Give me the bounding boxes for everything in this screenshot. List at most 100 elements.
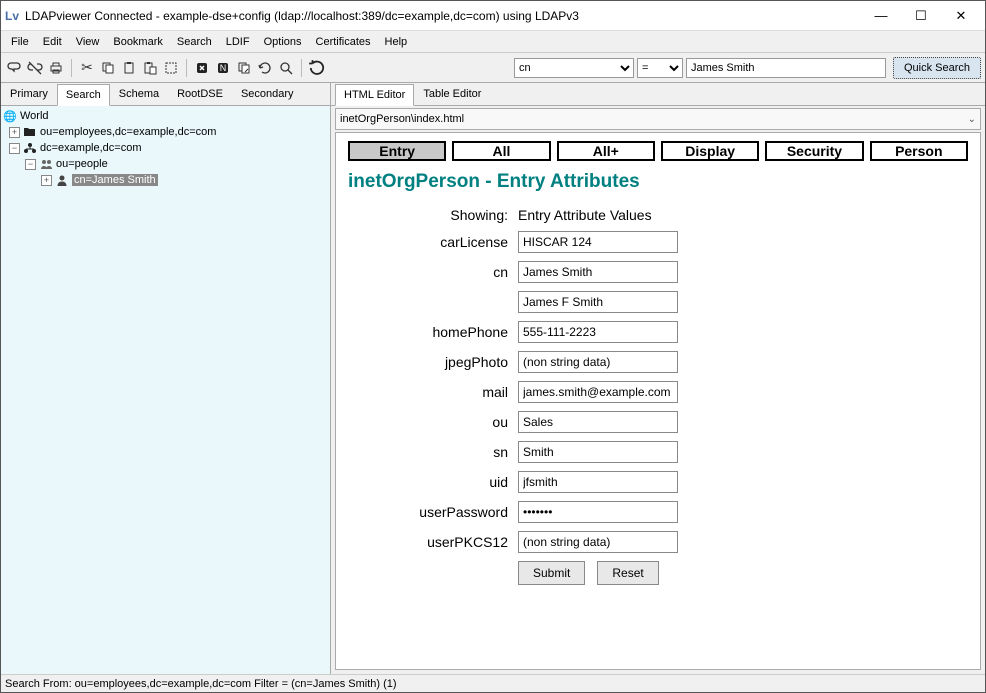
cut-icon[interactable]: ✂: [78, 59, 96, 77]
input-carlicense[interactable]: [518, 231, 678, 253]
tree-node-people[interactable]: − ou=people: [3, 156, 328, 172]
input-userpkcs12[interactable]: [518, 531, 678, 553]
label-cn: cn: [348, 264, 518, 280]
folder-icon: [23, 125, 37, 139]
copy-dn-icon[interactable]: [235, 59, 253, 77]
minimize-button[interactable]: —: [861, 2, 901, 30]
chevron-down-icon: ⌄: [968, 114, 976, 125]
person-button[interactable]: Person: [870, 141, 968, 161]
security-button[interactable]: Security: [765, 141, 863, 161]
menu-search[interactable]: Search: [171, 34, 218, 50]
app-window: Lv LDAPviewer Connected - example-dse+co…: [0, 0, 986, 693]
input-uid[interactable]: [518, 471, 678, 493]
search-value-input[interactable]: [686, 58, 886, 78]
label-sn: sn: [348, 444, 518, 460]
titlebar: Lv LDAPviewer Connected - example-dse+co…: [1, 1, 985, 31]
all-plus-button[interactable]: All+: [557, 141, 655, 161]
input-ou[interactable]: [518, 411, 678, 433]
tree-node-employees[interactable]: + ou=employees,dc=example,dc=com: [3, 124, 328, 140]
input-homephone[interactable]: [518, 321, 678, 343]
input-userpassword[interactable]: [518, 501, 678, 523]
left-tabs: Primary Search Schema RootDSE Secondary: [1, 83, 330, 106]
entry-button[interactable]: Entry: [348, 141, 446, 161]
expand-icon[interactable]: +: [41, 175, 52, 186]
close-button[interactable]: ✕: [941, 2, 981, 30]
reload-icon[interactable]: [308, 59, 326, 77]
input-cn-2[interactable]: [518, 291, 678, 313]
toolbar-sep: [186, 59, 187, 77]
statusbar: Search From: ou=employees,dc=example,dc=…: [1, 674, 985, 692]
paste-icon[interactable]: [120, 59, 138, 77]
connect-icon[interactable]: [5, 59, 23, 77]
quick-search-button[interactable]: Quick Search: [893, 57, 981, 79]
menu-certificates[interactable]: Certificates: [310, 34, 377, 50]
display-button[interactable]: Display: [661, 141, 759, 161]
tab-html-editor[interactable]: HTML Editor: [335, 84, 414, 106]
tab-primary[interactable]: Primary: [1, 83, 57, 105]
reset-button[interactable]: Reset: [597, 561, 658, 585]
org-icon: [23, 141, 37, 155]
tree-node-world[interactable]: 🌐 World: [3, 108, 328, 124]
input-jpegphoto[interactable]: [518, 351, 678, 373]
input-sn[interactable]: [518, 441, 678, 463]
collapse-icon[interactable]: −: [9, 143, 20, 154]
search-attr-select[interactable]: cn: [514, 58, 634, 78]
menu-help[interactable]: Help: [379, 34, 414, 50]
refresh-icon[interactable]: [256, 59, 274, 77]
toolbar: ✂ N cn = Quick Search: [1, 53, 985, 83]
right-tabs: HTML Editor Table Editor: [331, 83, 985, 106]
paste-special-icon[interactable]: [141, 59, 159, 77]
disconnect-icon[interactable]: [26, 59, 44, 77]
tab-table-editor[interactable]: Table Editor: [414, 83, 490, 105]
showing-label: Showing:: [348, 207, 518, 223]
main-area: Primary Search Schema RootDSE Secondary …: [1, 83, 985, 674]
path-text: inetOrgPerson\index.html: [340, 113, 464, 125]
app-icon: Lv: [5, 9, 25, 23]
content-area: Entry All All+ Display Security Person i…: [335, 132, 981, 670]
label-mail: mail: [348, 384, 518, 400]
tab-secondary[interactable]: Secondary: [232, 83, 303, 105]
path-dropdown[interactable]: inetOrgPerson\index.html ⌄: [335, 108, 981, 130]
input-mail[interactable]: [518, 381, 678, 403]
delete-icon[interactable]: [193, 59, 211, 77]
tab-rootdse[interactable]: RootDSE: [168, 83, 232, 105]
menu-edit[interactable]: Edit: [37, 34, 68, 50]
tree[interactable]: 🌐 World + ou=employees,dc=example,dc=com…: [1, 106, 330, 674]
copy-icon[interactable]: [99, 59, 117, 77]
expand-icon[interactable]: +: [9, 127, 20, 138]
globe-icon: 🌐: [3, 109, 17, 123]
label-userpkcs12: userPKCS12: [348, 534, 518, 550]
menubar: File Edit View Bookmark Search LDIF Opti…: [1, 31, 985, 53]
submit-button[interactable]: Submit: [518, 561, 585, 585]
label-userpassword: userPassword: [348, 504, 518, 520]
search-op-select[interactable]: =: [637, 58, 683, 78]
select-icon[interactable]: [162, 59, 180, 77]
menu-file[interactable]: File: [5, 34, 35, 50]
all-button[interactable]: All: [452, 141, 550, 161]
menu-options[interactable]: Options: [258, 34, 308, 50]
menu-bookmark[interactable]: Bookmark: [107, 34, 169, 50]
search-icon[interactable]: [277, 59, 295, 77]
toolbar-sep: [71, 59, 72, 77]
new-entry-icon[interactable]: N: [214, 59, 232, 77]
maximize-button[interactable]: ☐: [901, 2, 941, 30]
label-homephone: homePhone: [348, 324, 518, 340]
person-icon: [55, 173, 69, 187]
tab-schema[interactable]: Schema: [110, 83, 168, 105]
right-pane: HTML Editor Table Editor inetOrgPerson\i…: [331, 83, 985, 674]
left-pane: Primary Search Schema RootDSE Secondary …: [1, 83, 331, 674]
label-carlicense: carLicense: [348, 234, 518, 250]
input-cn-1[interactable]: [518, 261, 678, 283]
menu-view[interactable]: View: [70, 34, 106, 50]
collapse-icon[interactable]: −: [25, 159, 36, 170]
tree-node-james-smith[interactable]: + cn=James Smith: [3, 172, 328, 188]
print-icon[interactable]: [47, 59, 65, 77]
tab-search[interactable]: Search: [57, 84, 110, 106]
tree-node-example[interactable]: − dc=example,dc=com: [3, 140, 328, 156]
menu-ldif[interactable]: LDIF: [220, 34, 256, 50]
window-title: LDAPviewer Connected - example-dse+confi…: [25, 9, 861, 23]
showing-value: Entry Attribute Values: [518, 207, 652, 223]
label-ou: ou: [348, 414, 518, 430]
status-text: Search From: ou=employees,dc=example,dc=…: [5, 678, 397, 690]
label-jpegphoto: jpegPhoto: [348, 354, 518, 370]
